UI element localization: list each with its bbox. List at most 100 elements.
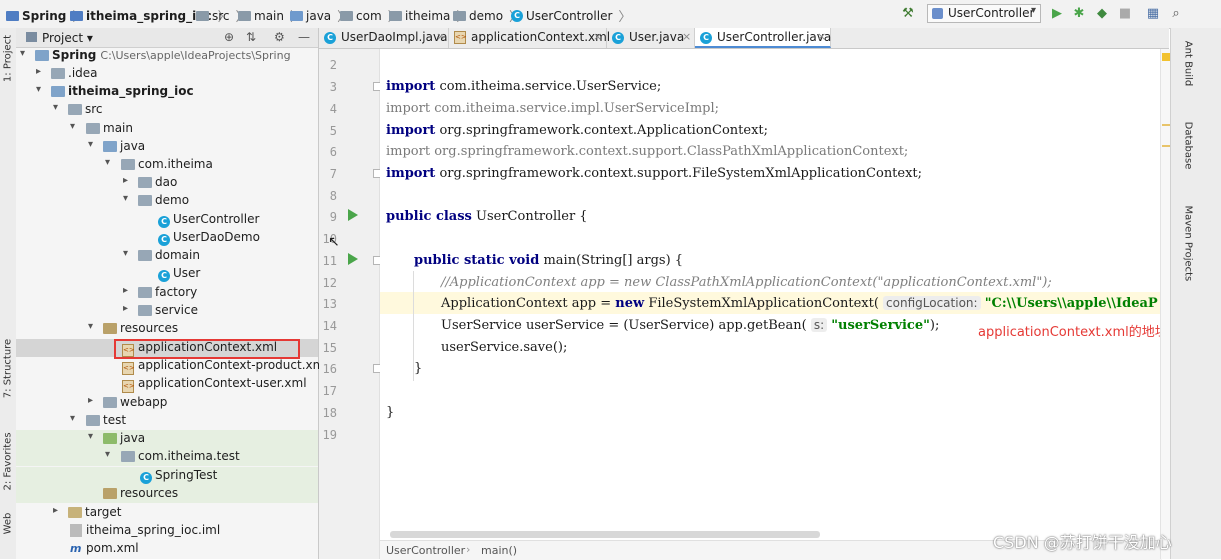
tree-item-module[interactable]: ▾ itheima_spring_ioc (16, 83, 318, 101)
project-structure-icon[interactable]: ▦ (1145, 6, 1161, 22)
tab-user[interactable]: C User.java × (607, 28, 695, 48)
tree-item-com-itheima[interactable]: ▾ com.itheima (16, 156, 318, 174)
tree-item-dao[interactable]: ▸ dao (16, 174, 318, 192)
tree-item-usercontroller[interactable]: C UserController (16, 211, 318, 229)
gear-icon[interactable]: ⚙ (274, 30, 285, 44)
tree-item-service[interactable]: ▸ service (16, 302, 318, 320)
code-line-15: userService.save(); (441, 340, 568, 355)
code-line-12: //ApplicationContext app = new ClassPath… (441, 275, 1052, 290)
breadcrumb-separator-icon: › (466, 543, 471, 556)
tree-item-src[interactable]: ▾ src (16, 101, 318, 119)
tree-item-spring[interactable]: ▾ Spring C:\Users\apple\IdeaProjects\Spri… (16, 47, 318, 65)
tree-item-springtest[interactable]: C SpringTest (16, 467, 318, 485)
warning-indicator-icon[interactable] (1162, 53, 1170, 61)
chevron-down-icon: ▾ (123, 193, 129, 204)
project-view-select[interactable]: Project ▾ (42, 31, 93, 45)
run-configuration-select[interactable]: UserController ▾ (927, 4, 1041, 23)
breadcrumb-method[interactable]: main() (481, 544, 517, 557)
code-line-5: import org.springframework.context.Appli… (386, 123, 769, 138)
nav-crumb-usercontroller[interactable]: C UserController 〉 (511, 6, 634, 25)
run-main-gutter-icon[interactable] (348, 253, 358, 265)
tree-item-test[interactable]: ▾ test (16, 412, 318, 430)
test-folder-icon (103, 433, 117, 444)
tree-item-applicationcontext-product-xml[interactable]: <> applicationContext-product.xml (16, 357, 328, 375)
module-folder-icon (70, 10, 83, 21)
tree-item-user[interactable]: C User (16, 265, 318, 283)
tree-item-idea[interactable]: ▸ .idea (16, 65, 318, 83)
locate-file-icon[interactable]: ⊕ (224, 30, 234, 44)
line-number: 2 (329, 58, 337, 72)
tree-item-resources[interactable]: ▾ resources (16, 320, 318, 338)
tree-item-test-resources[interactable]: resources (16, 485, 318, 503)
code-line-11: public static void main(String[] args) { (414, 253, 684, 268)
package-icon (138, 305, 152, 316)
favorites-tool-tab[interactable]: 2: Favorites (3, 432, 14, 492)
tree-item-domain[interactable]: ▾ domain (16, 247, 318, 265)
horizontal-scrollbar[interactable] (390, 531, 820, 538)
code-line-4: import com.itheima.service.impl.UserServ… (386, 101, 720, 116)
close-icon[interactable]: × (593, 30, 602, 43)
module-file-icon (70, 524, 82, 537)
warning-marker[interactable] (1162, 145, 1170, 147)
folder-icon (51, 68, 65, 79)
ant-build-tab[interactable]: Ant Build (1183, 29, 1194, 99)
code-line-6: import org.springframework.context.suppo… (386, 144, 909, 159)
tree-item-java[interactable]: ▾ java (16, 138, 318, 156)
tree-item-factory[interactable]: ▸ factory (16, 284, 318, 302)
search-everywhere-icon[interactable]: ⌕ (1168, 6, 1184, 22)
code-line-16: } (414, 361, 423, 376)
tree-item-applicationcontext-user-xml[interactable]: <> applicationContext-user.xml (16, 375, 318, 393)
debug-icon[interactable]: ✱ (1071, 6, 1087, 22)
close-icon[interactable]: × (436, 30, 445, 43)
web-tool-tab[interactable]: Web (3, 494, 14, 554)
tab-userdaoimpl[interactable]: C UserDaoImpl.java × (319, 28, 449, 48)
line-number: 8 (329, 189, 337, 203)
structure-tool-tab[interactable]: 7: Structure (3, 339, 14, 399)
run-icon[interactable]: ▶ (1049, 6, 1065, 22)
source-folder-icon (103, 141, 117, 152)
line-number: 19 (322, 428, 337, 442)
module-folder-icon (51, 86, 65, 97)
xml-file-icon: <> (122, 380, 135, 393)
package-icon (453, 10, 466, 21)
tree-item-userdaodemo[interactable]: C UserDaoDemo (16, 229, 318, 247)
collapse-all-icon[interactable]: ⇅ (246, 30, 256, 44)
chevron-down-icon: ▾ (36, 84, 42, 95)
resources-folder-icon (103, 323, 117, 334)
maven-projects-tab[interactable]: Maven Projects (1183, 206, 1194, 282)
warning-marker[interactable] (1162, 124, 1170, 126)
database-tab[interactable]: Database (1183, 111, 1194, 181)
coverage-icon[interactable]: ◆ (1094, 6, 1110, 22)
chevron-down-icon: ▾ (88, 431, 94, 442)
stop-icon[interactable]: ■ (1117, 6, 1133, 22)
tree-item-main[interactable]: ▾ main (16, 120, 318, 138)
folder-icon (238, 10, 251, 21)
hide-panel-icon[interactable]: — (298, 30, 310, 44)
breadcrumb-class[interactable]: UserController (386, 544, 465, 557)
class-icon: C (511, 9, 523, 22)
tab-usercontroller[interactable]: C UserController.java × (695, 28, 831, 48)
project-tool-tab[interactable]: 1: Project (3, 29, 14, 89)
tree-item-iml[interactable]: itheima_spring_ioc.iml (16, 522, 318, 540)
tree-item-test-java[interactable]: ▾ java (16, 430, 318, 448)
project-folder-icon (35, 50, 49, 61)
tab-applicationcontext[interactable]: <> applicationContext.xml × (449, 28, 610, 48)
run-class-gutter-icon[interactable] (348, 209, 358, 221)
editor-gutter: 2 3 4 5 6 7 8 9 10 11 12 13 14 15 16 17 … (319, 49, 382, 559)
tree-item-target[interactable]: ▸ target (16, 504, 318, 522)
xml-file-icon: <> (454, 31, 467, 44)
code-editor[interactable]: import com.itheima.service.UserService; … (380, 49, 1162, 559)
project-folder-icon (6, 10, 19, 21)
tree-item-com-itheima-test[interactable]: ▾ com.itheima.test (16, 448, 318, 466)
tree-item-webapp[interactable]: ▸ webapp (16, 394, 318, 412)
folder-icon (103, 397, 117, 408)
close-icon[interactable]: × (682, 30, 691, 43)
chevron-down-icon: ▾ (105, 449, 111, 460)
build-hammer-icon[interactable]: ⚒ (900, 6, 916, 22)
code-line-18: } (386, 405, 395, 420)
folder-icon (68, 104, 82, 115)
class-icon: C (700, 32, 712, 44)
tree-item-pom[interactable]: m pom.xml (16, 540, 318, 558)
close-icon[interactable]: × (817, 30, 826, 43)
tree-item-demo[interactable]: ▾ demo (16, 192, 318, 210)
